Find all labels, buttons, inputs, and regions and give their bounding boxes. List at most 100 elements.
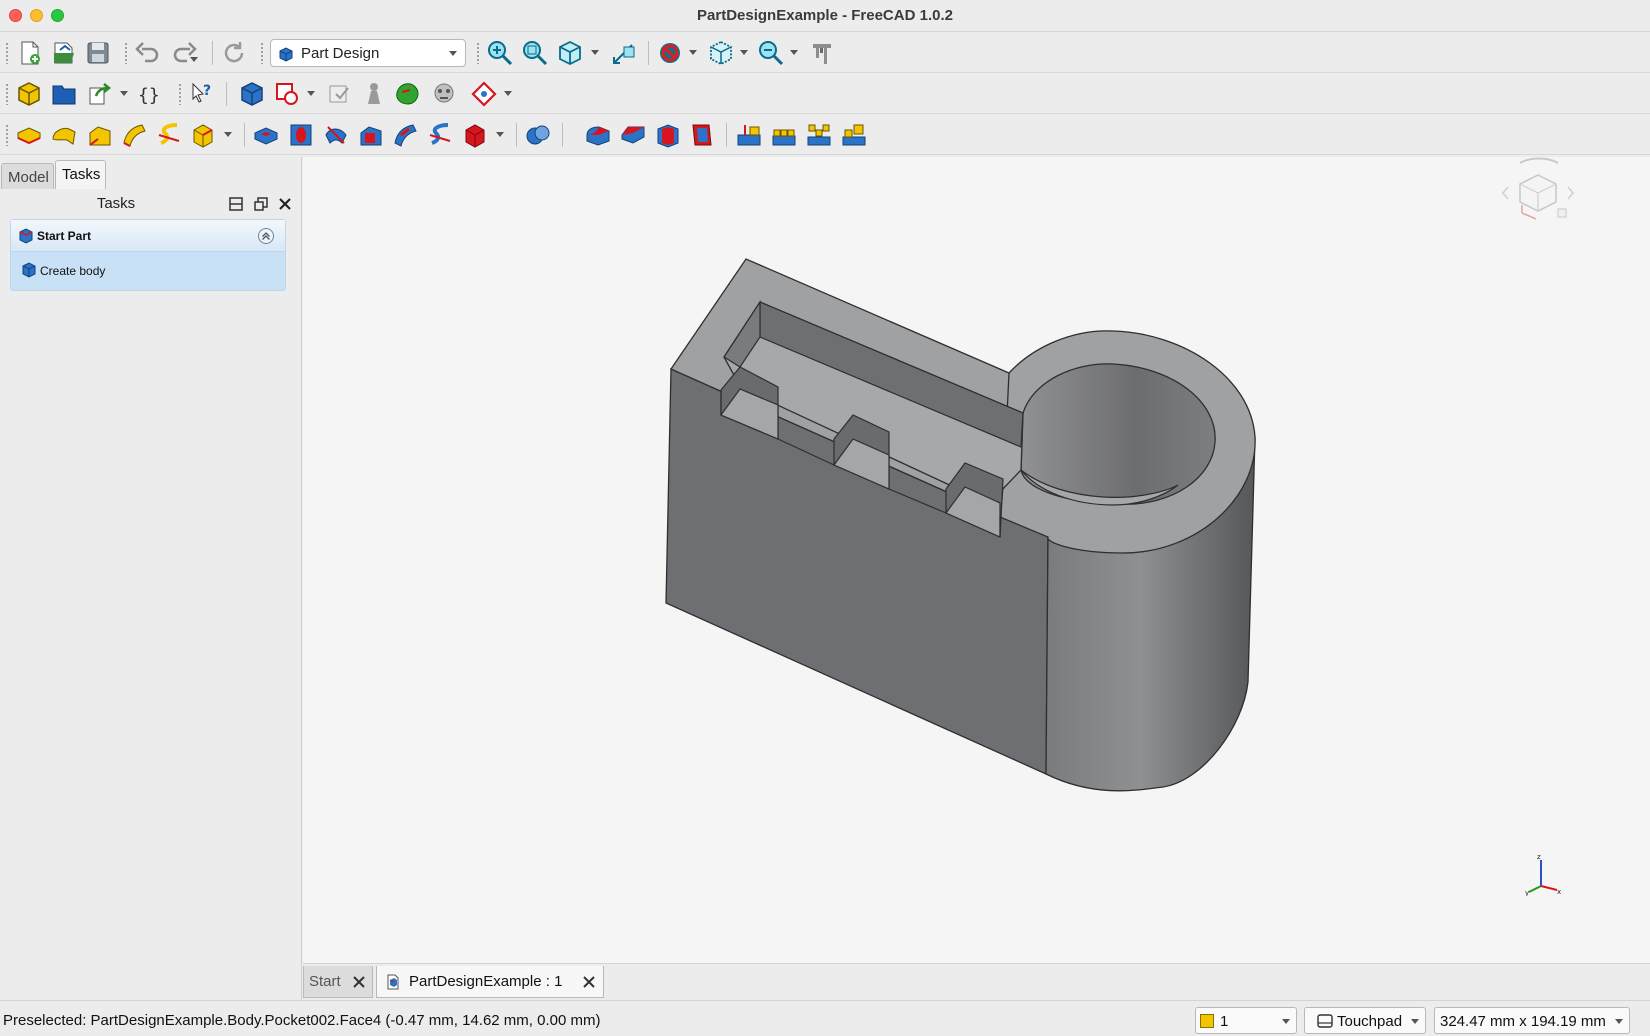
datum-plane-button[interactable] xyxy=(470,80,498,108)
fillet-button[interactable] xyxy=(584,121,612,149)
draw-style-button[interactable] xyxy=(656,39,684,67)
refresh-icon xyxy=(224,42,244,63)
additive-pipe-button[interactable] xyxy=(120,121,148,149)
toolbar-separator xyxy=(726,123,727,147)
subshape-binder-button[interactable] xyxy=(394,80,422,108)
toolbar-separator xyxy=(648,41,649,65)
fit-all-button[interactable] xyxy=(486,39,514,67)
collapse-panel-button[interactable] xyxy=(227,195,245,213)
undo-button[interactable] xyxy=(134,39,162,67)
toolbar-grip[interactable] xyxy=(178,83,182,105)
subtractive-helix-button[interactable] xyxy=(426,121,454,149)
create-body-button[interactable] xyxy=(238,80,266,108)
help-pointer-icon: ? xyxy=(192,82,211,103)
open-document-button[interactable] xyxy=(50,39,78,67)
pad-button[interactable] xyxy=(15,121,43,149)
refresh-button[interactable] xyxy=(220,39,248,67)
float-panel-icon xyxy=(254,197,268,211)
pocket-icon xyxy=(254,127,278,145)
additive-primitive-button[interactable] xyxy=(189,121,217,149)
toolbar-grip[interactable] xyxy=(124,42,128,64)
polar-pattern-button[interactable] xyxy=(805,121,833,149)
mirrored-button[interactable] xyxy=(735,121,763,149)
measure-button[interactable] xyxy=(808,39,836,67)
navigation-cube[interactable] xyxy=(1498,157,1578,229)
validate-sketch-button[interactable] xyxy=(326,80,354,108)
close-panel-button[interactable] xyxy=(276,195,294,213)
toolbar-grip[interactable] xyxy=(5,42,9,64)
polar-pattern-icon xyxy=(807,124,831,146)
layer-selector[interactable]: 1 xyxy=(1195,1007,1297,1034)
new-document-button[interactable] xyxy=(16,39,44,67)
link-dropdown[interactable] xyxy=(120,91,128,96)
workbench-selector[interactable]: Part Design xyxy=(270,39,466,67)
toolbar-grip[interactable] xyxy=(260,42,264,64)
save-document-button[interactable] xyxy=(84,39,112,67)
toolbar-grip[interactable] xyxy=(5,124,9,146)
subtractive-pipe-button[interactable] xyxy=(391,121,419,149)
toolbar-grip[interactable] xyxy=(5,83,9,105)
create-variable-set-button[interactable]: {} xyxy=(136,80,164,108)
zoom-dropdown[interactable] xyxy=(790,50,798,55)
sketch-view-button[interactable] xyxy=(610,39,638,67)
braces-icon: {} xyxy=(138,85,160,106)
pocket-button[interactable] xyxy=(252,121,280,149)
svg-text:{}: {} xyxy=(138,85,160,106)
collapse-group-icon[interactable] xyxy=(257,227,275,245)
close-icon[interactable] xyxy=(582,975,596,989)
additive-helix-button[interactable] xyxy=(155,121,183,149)
tab-start[interactable]: Start xyxy=(303,966,373,998)
standard-views-button[interactable] xyxy=(556,39,584,67)
create-link-button[interactable] xyxy=(86,80,114,108)
clone-button[interactable] xyxy=(430,80,458,108)
additive-loft-button[interactable] xyxy=(86,121,114,149)
create-sketch-button[interactable] xyxy=(273,80,301,108)
sketch-dropdown[interactable] xyxy=(307,91,315,96)
toolbar-grip[interactable] xyxy=(476,42,480,64)
tab-tasks[interactable]: Tasks xyxy=(55,160,106,189)
hole-button[interactable] xyxy=(287,121,315,149)
toolbar-separator xyxy=(562,123,563,147)
close-icon[interactable] xyxy=(352,975,366,989)
revolution-button[interactable] xyxy=(50,121,78,149)
panel-title: Tasks xyxy=(96,195,136,212)
subtractive-loft-button[interactable] xyxy=(357,121,385,149)
groove-button[interactable] xyxy=(322,121,350,149)
3d-viewport[interactable]: z y x xyxy=(303,157,1650,963)
draft-button[interactable] xyxy=(654,121,682,149)
tab-part-design-example[interactable]: PartDesignExample : 1 xyxy=(376,966,604,998)
boolean-button[interactable] xyxy=(524,121,552,149)
document-tabs: Start PartDesignExample : 1 xyxy=(303,963,1650,999)
validate-sketch-icon xyxy=(329,85,349,103)
body-icon xyxy=(241,82,263,106)
dimension-indicator[interactable]: 324.47 mm x 194.19 mm xyxy=(1434,1007,1630,1034)
task-group-header[interactable]: Start Part xyxy=(11,220,285,252)
bounding-box-dropdown[interactable] xyxy=(740,50,748,55)
tab-model[interactable]: Model xyxy=(1,163,54,189)
subtractive-primitive-dropdown[interactable] xyxy=(496,132,504,137)
create-group-button[interactable] xyxy=(50,80,78,108)
additive-primitive-dropdown[interactable] xyxy=(224,132,232,137)
redo-button[interactable] xyxy=(170,39,198,67)
toolbar-separator xyxy=(516,123,517,147)
zoom-button[interactable] xyxy=(757,39,785,67)
linear-pattern-button[interactable] xyxy=(770,121,798,149)
datum-dropdown[interactable] xyxy=(504,91,512,96)
3d-model[interactable] xyxy=(303,157,1650,963)
create-part-button[interactable] xyxy=(15,80,43,108)
multi-transform-button[interactable] xyxy=(840,121,868,149)
chamfer-button[interactable] xyxy=(619,121,647,149)
draw-style-dropdown[interactable] xyxy=(689,50,697,55)
navigation-style-selector[interactable]: Touchpad xyxy=(1304,1007,1426,1034)
float-panel-button[interactable] xyxy=(252,195,270,213)
standard-views-dropdown[interactable] xyxy=(591,50,599,55)
chevron-down-icon xyxy=(1411,1019,1419,1024)
redo-dropdown[interactable] xyxy=(190,57,198,62)
whats-this-button[interactable]: ? xyxy=(188,80,216,108)
bounding-box-button[interactable] xyxy=(707,39,735,67)
shape-binder-button[interactable] xyxy=(360,80,388,108)
thickness-button[interactable] xyxy=(688,121,716,149)
subtractive-primitive-button[interactable] xyxy=(461,121,489,149)
part-icon xyxy=(18,82,40,106)
fit-selection-button[interactable] xyxy=(521,39,549,67)
